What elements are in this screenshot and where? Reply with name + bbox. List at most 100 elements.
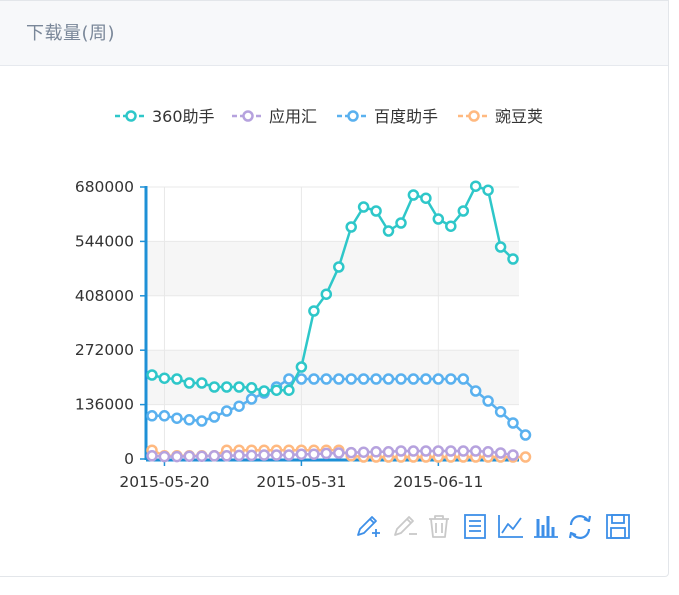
data-point[interactable] (445, 373, 457, 385)
data-point[interactable] (432, 445, 445, 457)
legend-item[interactable]: 应用汇 (232, 107, 317, 126)
data-point[interactable] (158, 372, 171, 384)
data-point[interactable] (245, 382, 258, 394)
data-point[interactable] (171, 450, 183, 463)
data-point[interactable] (295, 448, 308, 460)
bar-chart-icon[interactable] (534, 516, 558, 538)
data-point[interactable] (432, 213, 445, 225)
save-icon[interactable] (606, 514, 630, 539)
data-point[interactable] (196, 450, 208, 462)
data-point[interactable] (345, 373, 357, 385)
data-point[interactable] (220, 381, 233, 393)
line-chart-icon[interactable] (498, 515, 523, 538)
data-point[interactable] (494, 447, 507, 459)
data-point[interactable] (482, 446, 494, 458)
data-point[interactable] (233, 449, 245, 462)
data-point[interactable] (183, 377, 196, 389)
data-point[interactable] (308, 448, 320, 460)
data-point[interactable] (158, 410, 171, 422)
data-point[interactable] (457, 373, 470, 385)
data-point[interactable] (320, 373, 333, 385)
data-point[interactable] (208, 381, 221, 393)
data-point[interactable] (507, 253, 519, 265)
legend-item[interactable]: 豌豆荚 (458, 107, 543, 126)
data-point[interactable] (345, 446, 357, 459)
data-point[interactable] (196, 415, 208, 427)
data-point[interactable] (382, 446, 395, 458)
data-point[interactable] (457, 205, 470, 217)
data-point[interactable] (245, 449, 258, 462)
data-point[interactable] (308, 373, 320, 385)
data-point[interactable] (507, 417, 519, 429)
data-point[interactable] (457, 445, 470, 457)
data-point[interactable] (171, 412, 183, 424)
data-point[interactable] (295, 373, 308, 385)
data-point[interactable] (382, 225, 395, 237)
data-point[interactable] (283, 384, 295, 396)
data-point[interactable] (407, 445, 420, 457)
data-point[interactable] (158, 450, 171, 463)
data-point[interactable] (333, 373, 345, 385)
data-point[interactable] (345, 221, 357, 233)
data-point[interactable] (432, 373, 445, 385)
data-point[interactable] (270, 384, 283, 396)
data-point[interactable] (320, 447, 333, 460)
data-point[interactable] (445, 220, 457, 232)
data-point[interactable] (308, 305, 320, 317)
data-point[interactable] (295, 361, 308, 373)
data-point[interactable] (258, 449, 270, 461)
data-point[interactable] (183, 450, 196, 462)
refresh-icon[interactable] (568, 515, 592, 539)
data-point[interactable] (370, 205, 382, 217)
data-point[interactable] (208, 450, 221, 462)
data-point[interactable] (245, 393, 258, 405)
data-point[interactable] (507, 449, 519, 461)
data-point[interactable] (171, 373, 183, 385)
data-point[interactable] (233, 400, 245, 412)
data-point[interactable] (494, 241, 507, 253)
data-point[interactable] (395, 445, 407, 457)
data-point[interactable] (370, 373, 382, 385)
data-point[interactable] (220, 450, 233, 462)
data-point[interactable] (420, 192, 432, 204)
pen-plus-icon[interactable] (357, 516, 380, 537)
data-point[interactable] (196, 377, 208, 389)
data-point[interactable] (208, 411, 221, 423)
data-point[interactable] (270, 449, 283, 461)
data-point[interactable] (283, 449, 295, 461)
data-point[interactable] (420, 445, 432, 457)
data-point[interactable] (382, 373, 395, 385)
data-point[interactable] (407, 189, 420, 201)
legend-item[interactable]: 360助手 (115, 107, 215, 126)
data-point[interactable] (146, 369, 158, 381)
data-point[interactable] (482, 184, 494, 196)
data-point[interactable] (357, 446, 370, 458)
data-point[interactable] (320, 288, 333, 300)
data-point[interactable] (333, 447, 345, 459)
data-point[interactable] (469, 180, 482, 192)
pen-undo-icon[interactable] (394, 516, 417, 536)
data-point[interactable] (469, 445, 482, 457)
data-point[interactable] (395, 373, 407, 385)
data-point[interactable] (482, 395, 494, 407)
trash-icon[interactable] (429, 515, 449, 538)
data-point[interactable] (519, 429, 532, 441)
document-icon[interactable] (464, 514, 486, 539)
data-point[interactable] (146, 450, 158, 462)
data-point[interactable] (445, 445, 457, 457)
data-point[interactable] (407, 373, 420, 385)
data-point[interactable] (333, 261, 345, 273)
data-point[interactable] (258, 385, 270, 397)
data-point[interactable] (370, 446, 382, 458)
data-point[interactable] (220, 405, 233, 417)
data-point[interactable] (519, 451, 532, 463)
data-point[interactable] (357, 201, 370, 213)
data-point[interactable] (469, 385, 482, 397)
data-point[interactable] (357, 373, 370, 385)
data-point[interactable] (233, 381, 245, 393)
data-point[interactable] (420, 373, 432, 385)
data-point[interactable] (494, 406, 507, 418)
data-point[interactable] (395, 217, 407, 229)
legend-item[interactable]: 百度助手 (337, 107, 438, 126)
data-point[interactable] (146, 410, 158, 422)
